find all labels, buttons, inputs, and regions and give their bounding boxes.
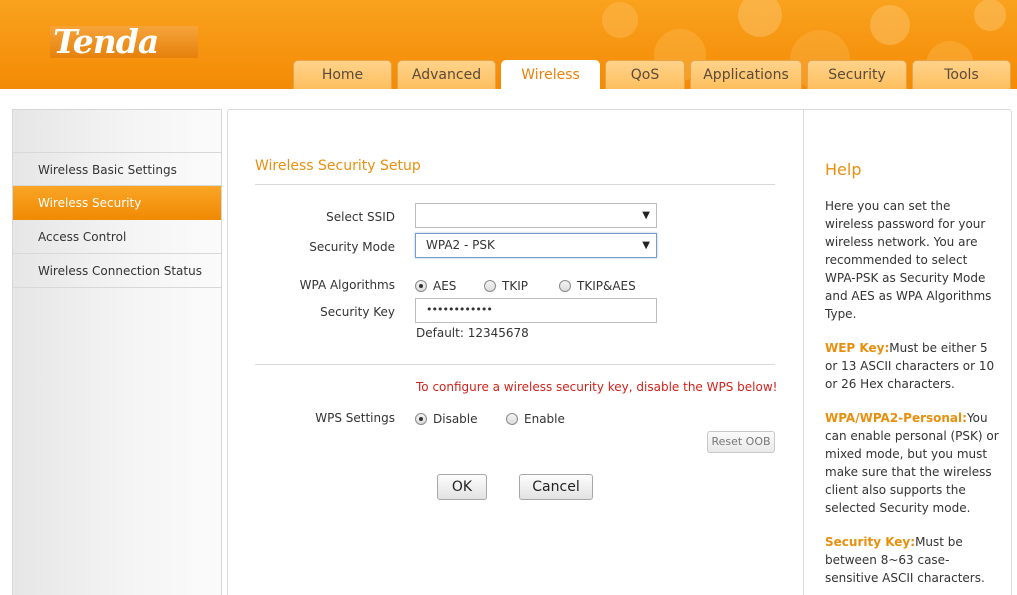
wps-settings-label: WPS Settings	[315, 411, 395, 425]
radio-unselected-icon	[506, 413, 518, 425]
dropdown-arrow-icon: ▼	[642, 240, 650, 251]
tab-wireless[interactable]: Wireless	[501, 60, 600, 89]
wps-label-enable: Enable	[524, 412, 565, 426]
tab-applications[interactable]: Applications	[690, 60, 802, 89]
tenda-logo: Tenda	[50, 22, 198, 61]
security-key-label: Security Key	[320, 305, 395, 319]
help-seckey-term: Security Key:	[825, 535, 916, 549]
sidebar-item-access-control[interactable]: Access Control	[13, 220, 221, 254]
ok-button[interactable]: OK	[437, 474, 487, 500]
help-intro: Here you can set the wireless password f…	[825, 199, 992, 321]
wps-radio-enable[interactable]: Enable	[506, 412, 565, 426]
algo-label-tkip: TKIP	[502, 279, 528, 293]
help-wpa-term: WPA/WPA2-Personal:	[825, 411, 967, 425]
security-mode-value: WPA2 - PSK	[426, 238, 495, 252]
help-wep-key: WEP Key:Must be either 5 or 13 ASCII cha…	[825, 339, 1000, 393]
wps-divider	[255, 364, 775, 365]
reset-oob-button[interactable]: Reset OOB	[707, 431, 775, 453]
wps-label-disable: Disable	[433, 412, 478, 426]
security-mode-label: Security Mode	[309, 240, 395, 254]
sidebar-item-wireless-connection-status[interactable]: Wireless Connection Status	[13, 254, 221, 288]
algo-label-tkip-aes: TKIP&AES	[577, 279, 636, 293]
wps-radio-disable[interactable]: Disable	[415, 412, 478, 426]
security-key-input[interactable]: ••••••••••••	[415, 298, 657, 323]
help-title: Help	[825, 160, 862, 179]
ssid-label: Select SSID	[326, 210, 395, 224]
radio-selected-icon	[415, 280, 427, 292]
sidebar-item-wireless-security[interactable]: Wireless Security	[13, 186, 221, 220]
wpa-algorithms-label: WPA Algorithms	[299, 278, 395, 292]
section-title: Wireless Security Setup	[255, 158, 421, 174]
security-key-default: Default: 12345678	[416, 326, 529, 340]
algo-radio-tkip-aes[interactable]: TKIP&AES	[559, 279, 636, 293]
radio-unselected-icon	[559, 280, 571, 292]
logo-text: Tenda	[53, 22, 159, 61]
tab-home[interactable]: Home	[293, 60, 392, 89]
ssid-select[interactable]: ▼	[415, 203, 657, 228]
cancel-button[interactable]: Cancel	[519, 474, 593, 500]
radio-unselected-icon	[484, 280, 496, 292]
algo-radio-tkip[interactable]: TKIP	[484, 279, 528, 293]
radio-selected-icon	[415, 413, 427, 425]
wps-warning: To configure a wireless security key, di…	[416, 380, 778, 394]
sidebar-item-wireless-basic-settings[interactable]: Wireless Basic Settings	[13, 152, 221, 186]
tab-security[interactable]: Security	[807, 60, 907, 89]
sidebar: Wireless Basic Settings Wireless Securit…	[12, 109, 222, 595]
algo-radio-aes[interactable]: AES	[415, 279, 456, 293]
security-mode-select[interactable]: WPA2 - PSK ▼	[415, 233, 657, 258]
help-wpa-text: You can enable personal (PSK) or mixed m…	[825, 411, 999, 515]
help-security-key: Security Key:Must be between 8~63 case-s…	[825, 533, 1000, 587]
header-bar: Tenda Home Advanced Wireless QoS Applica…	[0, 0, 1017, 89]
help-wep-key-term: WEP Key:	[825, 341, 890, 355]
algo-label-aes: AES	[433, 279, 457, 293]
tab-advanced[interactable]: Advanced	[397, 60, 496, 89]
help-divider	[803, 110, 804, 595]
dropdown-arrow-icon: ▼	[642, 210, 650, 221]
tab-qos[interactable]: QoS	[605, 60, 685, 89]
tab-tools[interactable]: Tools	[912, 60, 1011, 89]
help-wpa-personal: WPA/WPA2-Personal:You can enable persona…	[825, 409, 1000, 517]
title-divider	[255, 184, 775, 185]
